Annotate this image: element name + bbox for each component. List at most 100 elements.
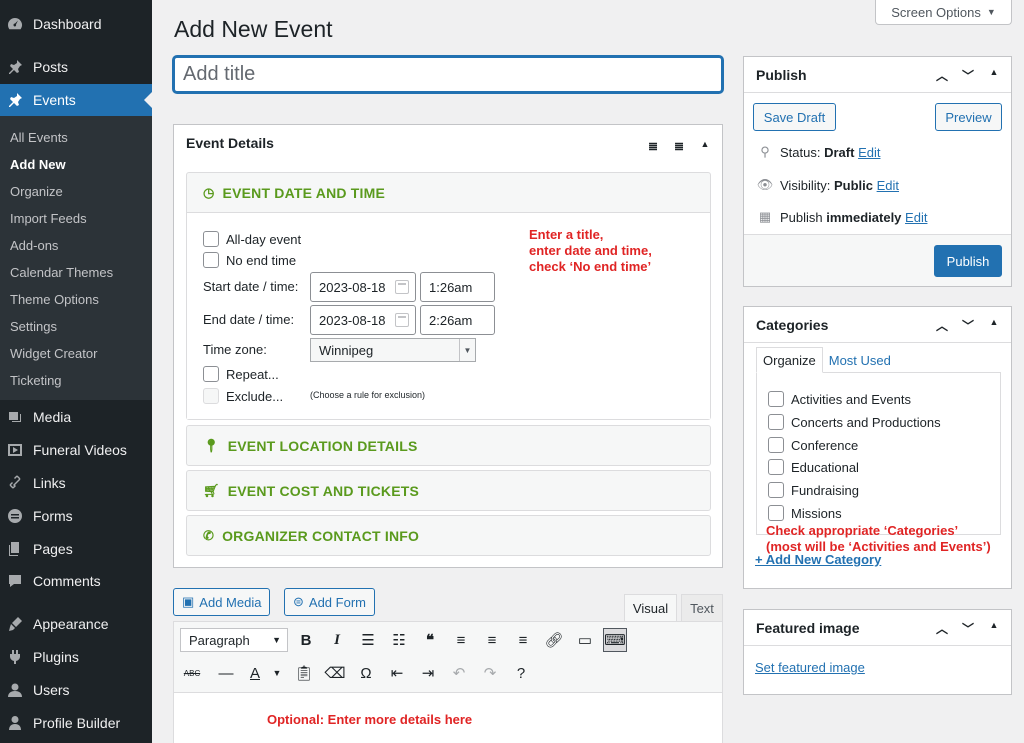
menu-media[interactable]: Media bbox=[0, 401, 152, 433]
status-edit-link[interactable]: Edit bbox=[858, 145, 880, 160]
caret-down-icon[interactable]: ▼ bbox=[266, 662, 288, 684]
category-item[interactable]: Missions bbox=[768, 505, 842, 521]
no-end-time-row[interactable]: No end time bbox=[203, 252, 296, 268]
paste-text-icon[interactable]: 📋︎ bbox=[293, 662, 315, 684]
end-date-input[interactable]: 2023-08-18 bbox=[310, 305, 416, 335]
event-cost-section[interactable]: 🛒︎ EVENT COST AND TICKETS bbox=[186, 470, 711, 511]
editor-body[interactable]: Optional: Enter more details here bbox=[173, 693, 723, 743]
indent-icon[interactable]: ⇥ bbox=[417, 662, 439, 684]
align-center-icon[interactable]: ≡ bbox=[481, 629, 503, 651]
menu-funeral-videos[interactable]: Funeral Videos bbox=[0, 434, 152, 466]
help-icon[interactable]: ? bbox=[510, 662, 532, 684]
menu-forms[interactable]: Forms bbox=[0, 500, 152, 532]
category-checkbox[interactable] bbox=[768, 391, 784, 407]
event-cost-header[interactable]: 🛒︎ EVENT COST AND TICKETS bbox=[187, 471, 710, 511]
read-more-icon[interactable]: ▭ bbox=[574, 629, 596, 651]
preview-button[interactable]: Preview bbox=[935, 103, 1002, 131]
set-featured-image-link[interactable]: Set featured image bbox=[755, 660, 865, 675]
move-up-icon[interactable]: ≣ bbox=[644, 139, 662, 153]
collapse-toggle-icon[interactable]: ▲ bbox=[985, 67, 1003, 84]
chevron-down-icon[interactable]: ﹀ bbox=[959, 620, 977, 637]
submenu-import-feeds[interactable]: Import Feeds bbox=[10, 211, 87, 226]
submenu-add-new[interactable]: Add New bbox=[10, 157, 66, 172]
menu-users[interactable]: Users bbox=[0, 674, 152, 706]
submenu-organize[interactable]: Organize bbox=[10, 184, 63, 199]
publish-time-edit-link[interactable]: Edit bbox=[905, 210, 927, 225]
submenu-calendar-themes[interactable]: Calendar Themes bbox=[10, 265, 113, 280]
save-draft-button[interactable]: Save Draft bbox=[753, 103, 836, 131]
chevron-up-icon[interactable]: ︿ bbox=[933, 67, 951, 84]
submenu-widget-creator[interactable]: Widget Creator bbox=[10, 346, 97, 361]
category-item[interactable]: Educational bbox=[768, 459, 859, 475]
toolbar-toggle-icon[interactable]: ⌨ bbox=[603, 628, 627, 652]
chevron-down-icon[interactable]: ﹀ bbox=[959, 67, 977, 84]
blockquote-icon[interactable]: ❝ bbox=[419, 629, 441, 651]
menu-appearance[interactable]: Appearance bbox=[0, 608, 152, 640]
all-day-row[interactable]: All-day event bbox=[203, 231, 301, 247]
category-item[interactable]: Conference bbox=[768, 437, 858, 453]
no-end-time-checkbox[interactable] bbox=[203, 252, 219, 268]
collapse-toggle-icon[interactable]: ▲ bbox=[985, 317, 1003, 334]
align-right-icon[interactable]: ≡ bbox=[512, 629, 534, 651]
menu-plugins[interactable]: Plugins bbox=[0, 641, 152, 673]
category-checkbox[interactable] bbox=[768, 505, 784, 521]
repeat-row[interactable]: Repeat... bbox=[203, 366, 279, 382]
menu-pages[interactable]: Pages bbox=[0, 533, 152, 565]
publish-button[interactable]: Publish bbox=[934, 245, 1002, 277]
calendar-icon[interactable] bbox=[395, 313, 409, 327]
repeat-checkbox[interactable] bbox=[203, 366, 219, 382]
event-location-header[interactable]: 📍︎ EVENT LOCATION DETAILS bbox=[187, 426, 710, 466]
end-time-input[interactable]: 2:26am bbox=[420, 305, 495, 335]
timezone-select[interactable]: Winnipeg ▼ bbox=[310, 338, 476, 362]
special-character-icon[interactable]: Ω bbox=[355, 662, 377, 684]
italic-icon[interactable]: I bbox=[326, 629, 348, 651]
event-date-header[interactable]: ◷ EVENT DATE AND TIME bbox=[187, 173, 710, 213]
organizer-section[interactable]: ✆ ORGANIZER CONTACT INFO bbox=[186, 515, 711, 556]
category-checkbox[interactable] bbox=[768, 459, 784, 475]
start-date-input[interactable]: 2023-08-18 bbox=[310, 272, 416, 302]
screen-options-button[interactable]: Screen Options ▼ bbox=[875, 0, 1012, 25]
submenu-settings[interactable]: Settings bbox=[10, 319, 57, 334]
format-select[interactable]: Paragraph ▼ bbox=[180, 628, 288, 652]
submenu-ticketing[interactable]: Ticketing bbox=[10, 373, 62, 388]
title-input[interactable] bbox=[173, 56, 723, 93]
menu-links[interactable]: Links bbox=[0, 467, 152, 499]
menu-dashboard[interactable]: Dashboard bbox=[0, 8, 152, 40]
chevron-up-icon[interactable]: ︿ bbox=[933, 317, 951, 334]
all-day-checkbox[interactable] bbox=[203, 231, 219, 247]
category-item[interactable]: Activities and Events bbox=[768, 391, 911, 407]
start-time-input[interactable]: 1:26am bbox=[420, 272, 495, 302]
bullet-list-icon[interactable]: ☰ bbox=[357, 629, 379, 651]
horizontal-line-icon[interactable]: — bbox=[215, 662, 237, 684]
menu-posts[interactable]: Posts bbox=[0, 51, 152, 83]
bold-icon[interactable]: B bbox=[295, 629, 317, 651]
clear-formatting-icon[interactable]: ⌫ bbox=[324, 662, 346, 684]
submenu-add-ons[interactable]: Add-ons bbox=[10, 238, 58, 253]
link-icon[interactable]: 🔗︎ bbox=[543, 629, 565, 651]
category-item[interactable]: Concerts and Productions bbox=[768, 414, 941, 430]
tab-most-used[interactable]: Most Used bbox=[823, 347, 897, 373]
chevron-down-icon[interactable]: ﹀ bbox=[959, 317, 977, 334]
strikethrough-icon[interactable]: ABC bbox=[181, 662, 203, 684]
tab-text[interactable]: Text bbox=[681, 594, 723, 622]
undo-icon[interactable]: ↶ bbox=[448, 662, 470, 684]
chevron-up-icon[interactable]: ︿ bbox=[933, 620, 951, 637]
calendar-icon[interactable] bbox=[395, 280, 409, 294]
tab-visual[interactable]: Visual bbox=[624, 594, 677, 622]
menu-comments[interactable]: Comments bbox=[0, 565, 152, 597]
add-media-button[interactable]: ▣ Add Media bbox=[173, 588, 271, 616]
outdent-icon[interactable]: ⇤ bbox=[386, 662, 408, 684]
category-checkbox[interactable] bbox=[768, 482, 784, 498]
visibility-edit-link[interactable]: Edit bbox=[877, 178, 899, 193]
submenu-theme-options[interactable]: Theme Options bbox=[10, 292, 99, 307]
tab-organize[interactable]: Organize bbox=[756, 347, 823, 373]
collapse-toggle-icon[interactable]: ▲ bbox=[985, 620, 1003, 637]
menu-events[interactable]: Events bbox=[0, 84, 152, 116]
submenu-all-events[interactable]: All Events bbox=[10, 130, 68, 145]
numbered-list-icon[interactable]: ☷ bbox=[388, 629, 410, 651]
redo-icon[interactable]: ↷ bbox=[479, 662, 501, 684]
collapse-toggle-icon[interactable]: ▲ bbox=[696, 139, 714, 153]
text-color-icon[interactable]: A bbox=[244, 662, 266, 684]
add-new-category-link[interactable]: + Add New Category bbox=[755, 552, 881, 567]
align-left-icon[interactable]: ≡ bbox=[450, 629, 472, 651]
